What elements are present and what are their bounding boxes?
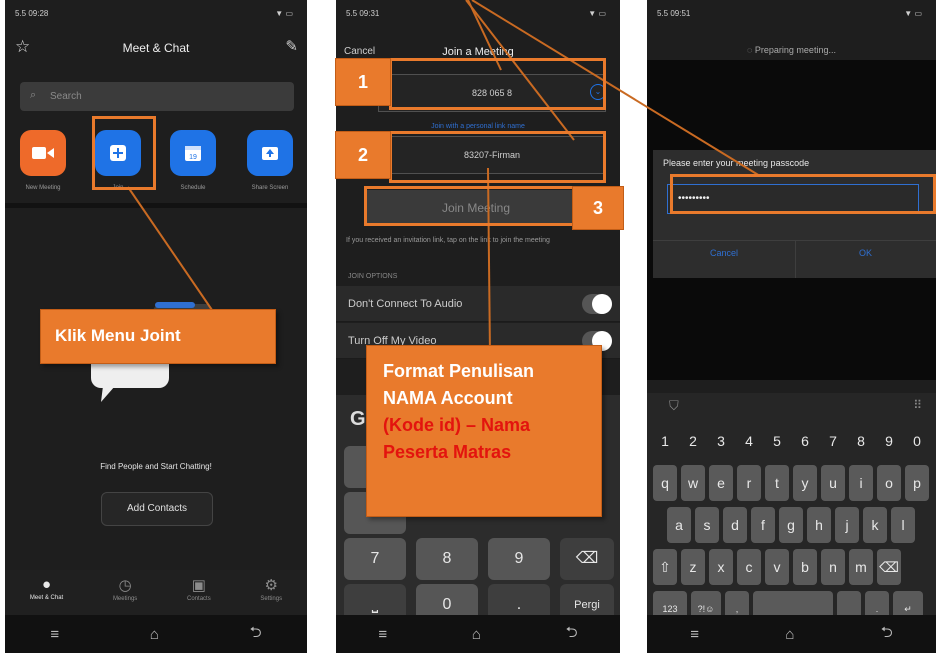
format-line-red: Peserta Matras (383, 442, 512, 462)
format-line: NAMA Account (383, 388, 513, 408)
step-2-badge: 2 (335, 131, 391, 179)
name-highlight-box (389, 131, 606, 183)
join-highlight-box (92, 116, 156, 190)
step-1-badge: 1 (335, 58, 391, 106)
klik-menu-callout: Klik Menu Joint (40, 309, 276, 364)
passcode-highlight-box (670, 174, 936, 214)
step-3-badge: 3 (572, 186, 624, 230)
meeting-id-highlight-box (389, 58, 606, 110)
format-line: Format Penulisan (383, 361, 535, 381)
format-callout: Format Penulisan NAMA Account (Kode id) … (366, 345, 602, 517)
format-line-red: (Kode id) – Nama (383, 415, 531, 435)
